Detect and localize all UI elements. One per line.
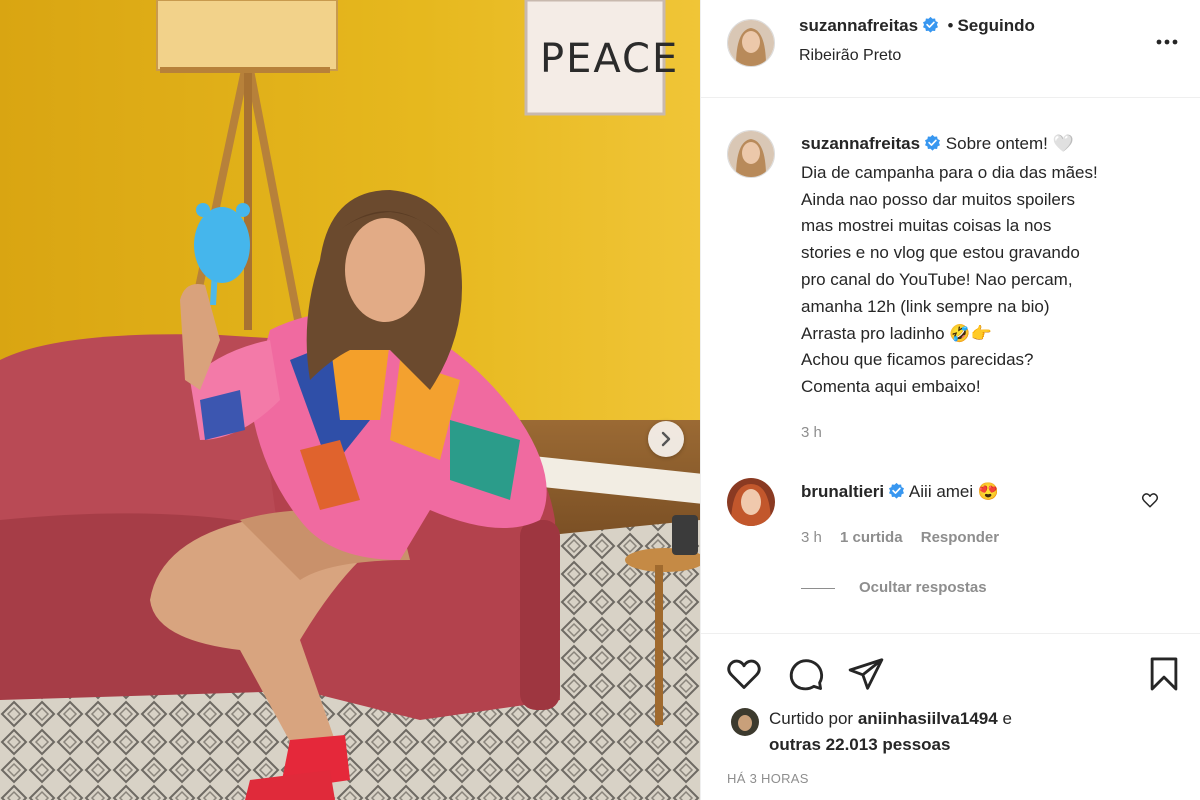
- hide-replies-label: Ocultar respostas: [859, 579, 987, 596]
- post-caption: suzannafreitas Sobre ontem! 🤍 Dia de cam…: [801, 131, 1191, 401]
- caption-line: Achou que ficamos parecidas?: [801, 350, 1034, 370]
- reply-button[interactable]: Responder: [921, 529, 999, 546]
- commenter-avatar[interactable]: [727, 478, 775, 526]
- caption-line: Dia de campanha para o dia das mães!: [801, 162, 1098, 182]
- photo-illustration: PEACE: [0, 0, 700, 800]
- save-button[interactable]: [1145, 655, 1183, 693]
- like-button[interactable]: [725, 655, 763, 693]
- replies-divider: [801, 587, 835, 589]
- caption-line: pro canal do YouTube! Nao percam,: [801, 269, 1073, 289]
- comment-like-button[interactable]: [1141, 491, 1161, 511]
- liker-avatar[interactable]: [731, 708, 759, 736]
- share-button[interactable]: [847, 655, 885, 693]
- share-icon: [848, 658, 884, 690]
- liker-avatar-image: [731, 708, 759, 736]
- caption-time[interactable]: 3 h: [801, 424, 822, 441]
- post-photo[interactable]: PEACE: [0, 0, 700, 800]
- more-options-button[interactable]: [1153, 32, 1181, 52]
- comment-button[interactable]: [787, 655, 825, 693]
- liked-by-user[interactable]: aniinhasiilva1494: [858, 709, 998, 728]
- caption-line: Sobre ontem! 🤍: [945, 134, 1074, 153]
- caption-line: Arrasta pro ladinho 🤣👉: [801, 323, 992, 343]
- post-side-panel: suzannafreitas • Seguindo Ribeirão Preto …: [700, 0, 1200, 800]
- commenter-avatar-image: [727, 478, 775, 526]
- hide-replies-button[interactable]: Ocultar respostas: [801, 579, 987, 596]
- caption-avatar-image: [728, 131, 774, 177]
- comment-time[interactable]: 3 h: [801, 529, 822, 546]
- verified-badge-icon: [924, 133, 941, 160]
- post-header: suzannafreitas • Seguindo Ribeirão Preto: [701, 0, 1200, 98]
- caption-line: mas mostrei muitas coisas la nos: [801, 216, 1052, 236]
- heart-icon: [1141, 493, 1159, 508]
- follow-status-button[interactable]: Seguindo: [957, 16, 1034, 35]
- caption-line: Ainda nao posso dar muitos spoilers: [801, 189, 1076, 209]
- action-divider: [701, 633, 1200, 634]
- author-avatar[interactable]: [727, 19, 775, 67]
- bookmark-icon: [1150, 657, 1178, 691]
- caption-line: stories e no vlog que estou gravando: [801, 243, 1080, 263]
- header-separator: •: [947, 16, 954, 35]
- more-options-icon: [1156, 39, 1178, 45]
- commenter-username[interactable]: brunaltieri: [801, 482, 884, 501]
- verified-badge-icon: [922, 16, 939, 38]
- comment-icon: [789, 659, 824, 691]
- liked-by-others[interactable]: outras 22.013 pessoas: [769, 735, 950, 754]
- verified-badge-icon: [888, 482, 905, 504]
- caption-line: amanha 12h (link sempre na bio): [801, 296, 1050, 316]
- comment-text: Aiii amei 😍: [908, 482, 1000, 501]
- next-photo-button[interactable]: [648, 421, 684, 457]
- post-timestamp[interactable]: HÁ 3 HORAS: [727, 771, 809, 786]
- comment-likes[interactable]: 1 curtida: [840, 529, 903, 546]
- caption-line: Comenta aqui embaixo!: [801, 377, 981, 397]
- author-username[interactable]: suzannafreitas: [799, 16, 918, 35]
- chevron-right-icon: [661, 431, 671, 447]
- liked-by-prefix: Curtido por: [769, 709, 854, 728]
- heart-icon: [727, 659, 761, 689]
- liked-by: Curtido por aniinhasiilva1494 e outras 2…: [769, 706, 1189, 758]
- caption-username[interactable]: suzannafreitas: [801, 134, 920, 153]
- liked-by-conjunction: e: [1002, 709, 1012, 728]
- author-avatar-image: [728, 20, 774, 66]
- caption-avatar[interactable]: [727, 130, 775, 178]
- comment: brunaltieri Aiii amei 😍: [801, 482, 999, 504]
- post-location[interactable]: Ribeirão Preto: [799, 47, 901, 65]
- photo-sign-text: PEACE: [540, 36, 679, 82]
